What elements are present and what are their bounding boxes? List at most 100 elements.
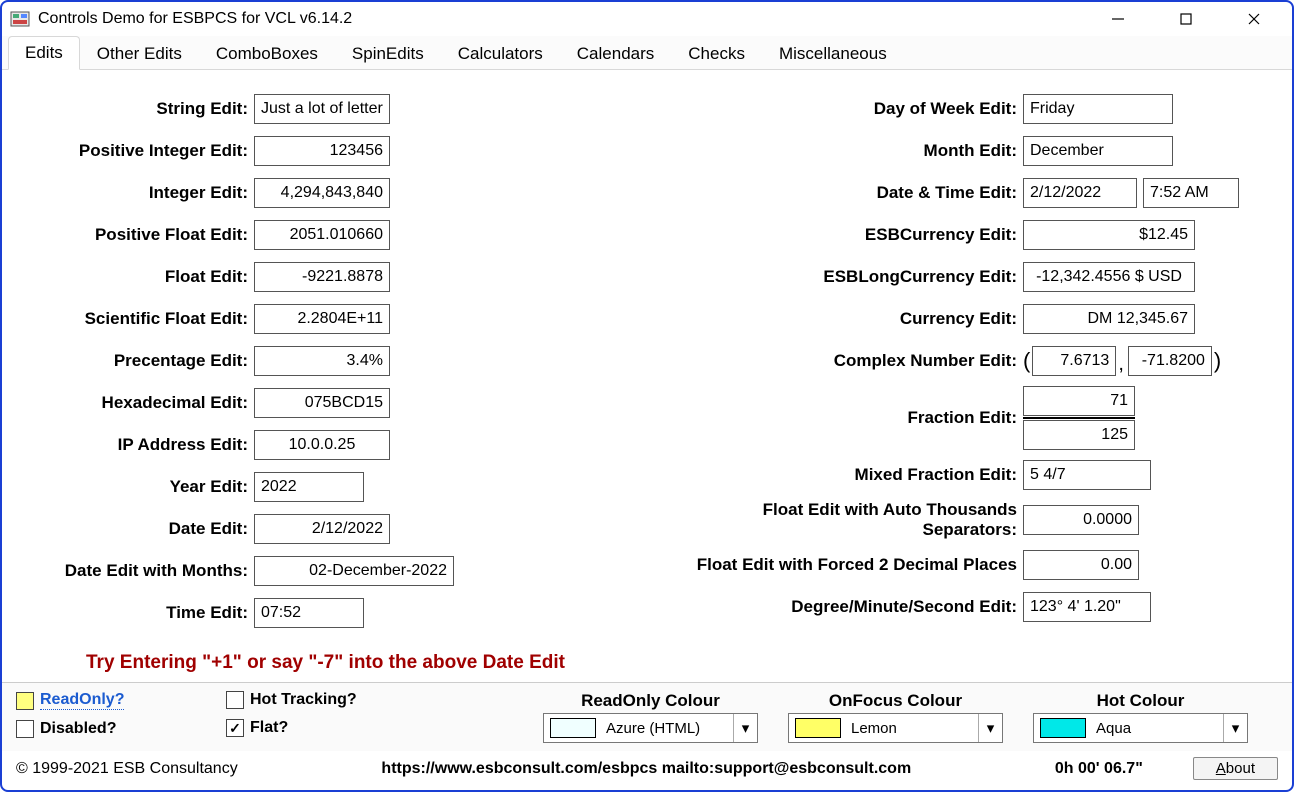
checkbox-icon: ✓ [226, 691, 244, 709]
dms-input[interactable] [1023, 592, 1151, 622]
pos-float-label: Positive Float Edit: [22, 225, 254, 245]
hint-text: Try Entering "+1" or say "-7" into the a… [22, 638, 1272, 682]
year-label: Year Edit: [22, 477, 254, 497]
tab-other-edits[interactable]: Other Edits [80, 37, 199, 70]
readonly-colour-value: Azure (HTML) [602, 720, 733, 737]
esbcurrency-label: ESBCurrency Edit: [667, 225, 1023, 245]
chevron-down-icon: ▾ [1223, 714, 1247, 742]
tab-strip: Edits Other Edits ComboBoxes SpinEdits C… [2, 36, 1292, 70]
elapsed-time: 0h 00' 06.7" [1055, 760, 1173, 778]
int-input[interactable] [254, 178, 390, 208]
hottracking-label: Hot Tracking? [250, 691, 357, 709]
pos-float-input[interactable] [254, 220, 390, 250]
tab-comboboxes[interactable]: ComboBoxes [199, 37, 335, 70]
month-input[interactable] [1023, 136, 1173, 166]
open-paren-icon: ( [1023, 348, 1030, 374]
esbcurrency-input[interactable] [1023, 220, 1195, 250]
float-thousands-label: Float Edit with Auto Thousands Separator… [667, 500, 1023, 540]
close-paren-icon: ) [1214, 348, 1221, 374]
float-2dp-input[interactable] [1023, 550, 1139, 580]
comma-separator: , [1118, 353, 1126, 376]
date-months-input[interactable] [254, 556, 454, 586]
float-thousands-input[interactable] [1023, 505, 1139, 535]
hot-colour-value: Aqua [1092, 720, 1223, 737]
tab-spinedits[interactable]: SpinEdits [335, 37, 441, 70]
esblong-label: ESBLongCurrency Edit: [667, 267, 1023, 287]
left-column: String Edit: Positive Integer Edit: Inte… [22, 92, 627, 638]
pos-int-input[interactable] [254, 136, 390, 166]
float-2dp-label: Float Edit with Forced 2 Decimal Places [667, 555, 1023, 575]
date-months-label: Date Edit with Months: [22, 561, 254, 581]
float-input[interactable] [254, 262, 390, 292]
fraction-den-input[interactable] [1023, 420, 1135, 450]
month-label: Month Edit: [667, 141, 1023, 161]
float-label: Float Edit: [22, 267, 254, 287]
percent-input[interactable] [254, 346, 390, 376]
onfocus-colour-value: Lemon [847, 720, 978, 737]
app-icon [10, 9, 30, 29]
checkbox-icon: ✓ [226, 719, 244, 737]
datetime-date-input[interactable] [1023, 178, 1137, 208]
app-window: Controls Demo for ESBPCS for VCL v6.14.2… [0, 0, 1294, 792]
year-input[interactable] [254, 472, 364, 502]
complex-re-input[interactable] [1032, 346, 1116, 376]
complex-label: Complex Number Edit: [667, 351, 1023, 371]
tab-calendars[interactable]: Calendars [560, 37, 672, 70]
fraction-bar-icon [1023, 417, 1135, 419]
flat-checkbox[interactable]: ✓ Flat? [226, 719, 466, 737]
flat-label: Flat? [250, 719, 288, 737]
hex-input[interactable] [254, 388, 390, 418]
fraction-num-input[interactable] [1023, 386, 1135, 416]
colour-swatch-icon [1040, 718, 1086, 738]
footer: © 1999-2021 ESB Consultancy https://www.… [2, 751, 1292, 790]
close-button[interactable] [1234, 5, 1274, 33]
time-label: Time Edit: [22, 603, 254, 623]
sci-float-input[interactable] [254, 304, 390, 334]
hot-colour-title: Hot Colour [1097, 691, 1185, 711]
currency-label: Currency Edit: [667, 309, 1023, 329]
footer-links[interactable]: https://www.esbconsult.com/esbpcs mailto… [258, 760, 1035, 778]
readonly-checkbox[interactable]: ✓ ReadOnly? [16, 691, 206, 710]
tab-misc[interactable]: Miscellaneous [762, 37, 904, 70]
string-edit-label: String Edit: [22, 99, 254, 119]
date-label: Date Edit: [22, 519, 254, 539]
datetime-label: Date & Time Edit: [667, 183, 1023, 203]
esblong-input[interactable] [1023, 262, 1195, 292]
ip-input[interactable] [254, 430, 390, 460]
readonly-colour-combo[interactable]: Azure (HTML) ▾ [543, 713, 758, 743]
mixed-fraction-label: Mixed Fraction Edit: [667, 465, 1023, 485]
onfocus-colour-title: OnFocus Colour [829, 691, 962, 711]
currency-input[interactable] [1023, 304, 1195, 334]
datetime-time-input[interactable] [1143, 178, 1239, 208]
right-column: Day of Week Edit: Month Edit: Date & Tim… [667, 92, 1272, 638]
dow-input[interactable] [1023, 94, 1173, 124]
fraction-label: Fraction Edit: [667, 408, 1023, 428]
tab-edits[interactable]: Edits [8, 36, 80, 70]
options-bar: ✓ ReadOnly? ✓ Disabled? ✓ Hot Tracking? … [2, 682, 1292, 751]
dow-label: Day of Week Edit: [667, 99, 1023, 119]
complex-im-input[interactable] [1128, 346, 1212, 376]
hot-colour-combo[interactable]: Aqua ▾ [1033, 713, 1248, 743]
hex-label: Hexadecimal Edit: [22, 393, 254, 413]
hottracking-checkbox[interactable]: ✓ Hot Tracking? [226, 691, 466, 709]
time-input[interactable] [254, 598, 364, 628]
about-label: bout [1226, 760, 1255, 777]
readonly-label: ReadOnly? [40, 691, 124, 710]
minimize-button[interactable] [1098, 5, 1138, 33]
mixed-fraction-input[interactable] [1023, 460, 1151, 490]
tab-checks[interactable]: Checks [671, 37, 762, 70]
date-input[interactable] [254, 514, 390, 544]
complex-wrapper: ( , ) [1023, 346, 1221, 376]
string-edit-input[interactable] [254, 94, 390, 124]
ip-label: IP Address Edit: [22, 435, 254, 455]
percent-label: Precentage Edit: [22, 351, 254, 371]
pos-int-label: Positive Integer Edit: [22, 141, 254, 161]
disabled-checkbox[interactable]: ✓ Disabled? [16, 720, 206, 738]
onfocus-colour-combo[interactable]: Lemon ▾ [788, 713, 1003, 743]
checkbox-icon: ✓ [16, 692, 34, 710]
form-area: String Edit: Positive Integer Edit: Inte… [2, 70, 1292, 682]
readonly-colour-title: ReadOnly Colour [581, 691, 720, 711]
maximize-button[interactable] [1166, 5, 1206, 33]
tab-calculators[interactable]: Calculators [441, 37, 560, 70]
about-button[interactable]: About [1193, 757, 1278, 780]
